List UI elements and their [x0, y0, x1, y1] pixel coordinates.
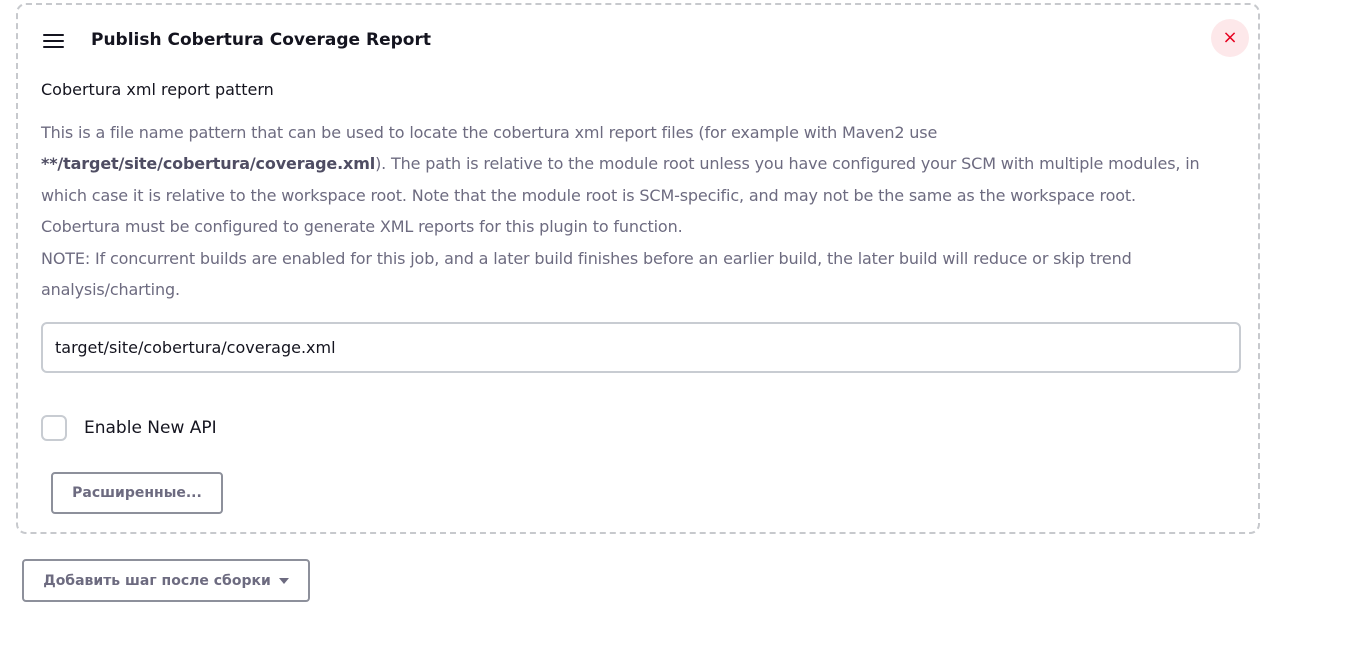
field-label: Cobertura xml report pattern	[41, 80, 274, 99]
add-post-build-step-button[interactable]: Добавить шаг после сборки	[22, 559, 310, 602]
drag-handle-icon[interactable]	[43, 34, 64, 48]
help-example-pattern: **/target/site/cobertura/coverage.xml	[41, 154, 376, 174]
enable-new-api-checkbox[interactable]	[41, 415, 67, 441]
help-paragraph-1: This is a file name pattern that can be …	[41, 117, 1231, 211]
caret-down-icon	[278, 577, 289, 584]
report-pattern-input[interactable]	[41, 322, 1241, 373]
enable-new-api-label[interactable]: Enable New API	[84, 417, 217, 439]
help-paragraph-3: NOTE: If concurrent builds are enabled f…	[41, 248, 1132, 300]
build-step-card: Publish Cobertura Coverage Report × Cobe…	[16, 3, 1260, 534]
help-text: This is a file name pattern that can be …	[41, 117, 1231, 305]
step-title: Publish Cobertura Coverage Report	[91, 30, 431, 50]
advanced-button-label: Расширенные...	[72, 485, 202, 501]
help-text-part: This is a file name pattern that can be …	[41, 123, 938, 142]
advanced-button[interactable]: Расширенные...	[51, 472, 223, 514]
add-step-label: Добавить шаг после сборки	[43, 572, 271, 589]
close-icon[interactable]: ×	[1211, 19, 1249, 57]
help-paragraph-2: Cobertura must be configured to generate…	[41, 217, 683, 237]
enable-new-api-row[interactable]: Enable New API	[41, 413, 217, 443]
